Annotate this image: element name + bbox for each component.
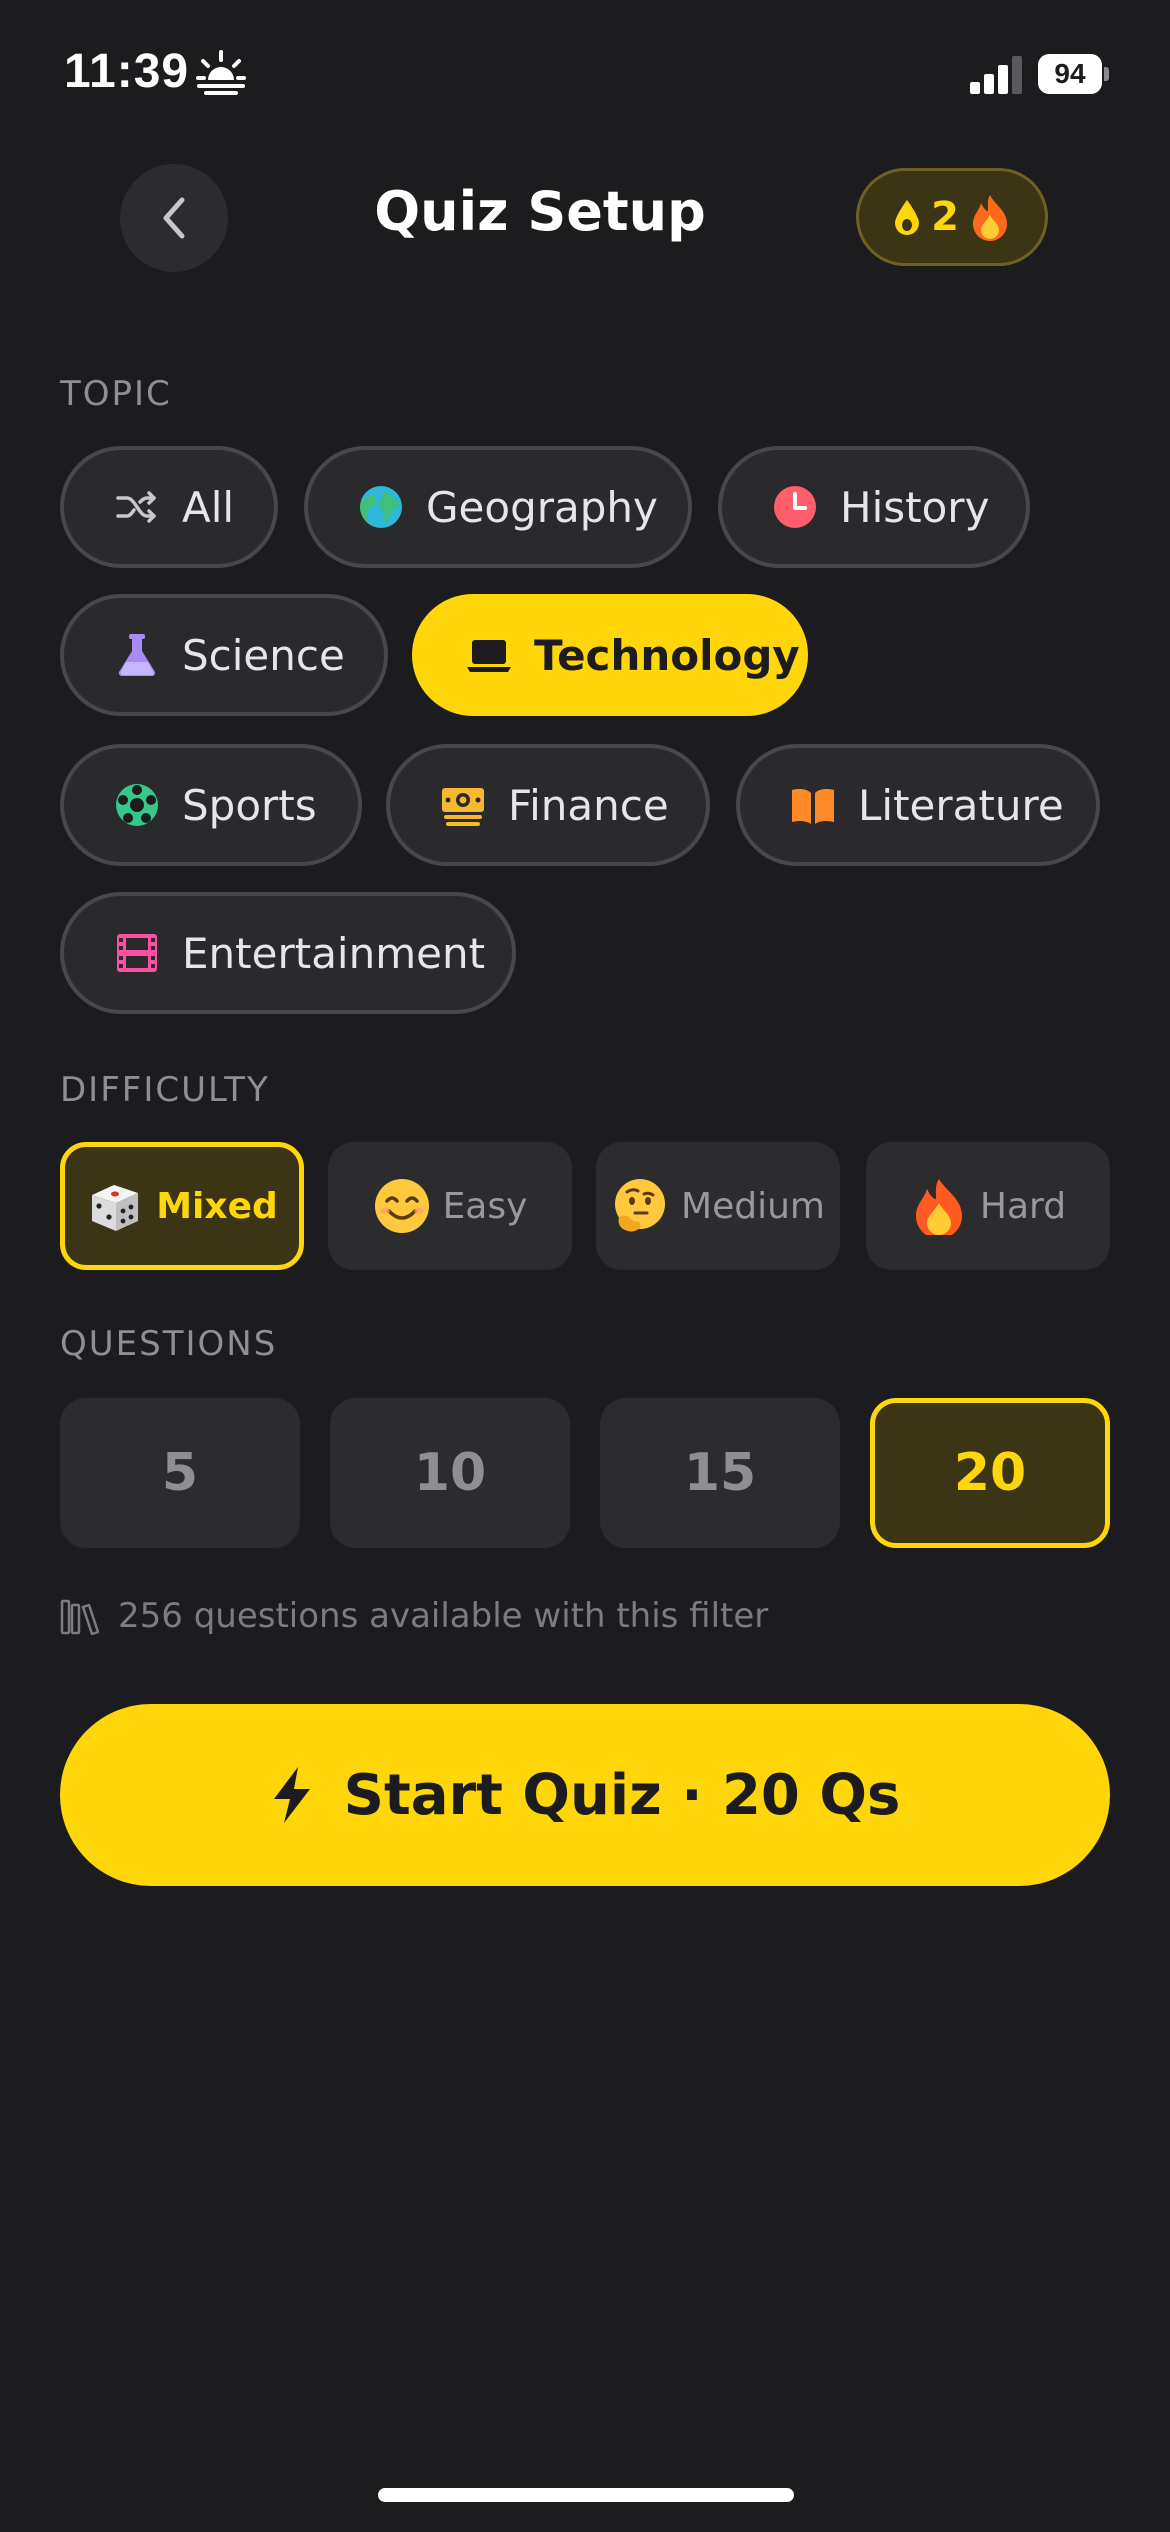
thinking-icon: [615, 1179, 666, 1232]
flask-icon: [118, 634, 156, 677]
topic-chip-label: History: [840, 482, 990, 532]
topic-chip-technology[interactable]: Technology: [412, 594, 808, 716]
topic-label: TOPIC: [60, 374, 172, 414]
page-title: Quiz Setup: [374, 180, 706, 243]
drop-icon: [895, 200, 920, 235]
question-count-label: 10: [413, 1443, 487, 1503]
topic-chip-history[interactable]: History: [718, 446, 1030, 568]
question-count-5-button[interactable]: 5: [60, 1398, 300, 1548]
back-chevron-icon: [163, 197, 185, 239]
difficulty-easy-button[interactable]: Easy: [328, 1142, 572, 1270]
film-icon: [117, 934, 157, 972]
topic-chip-label: Finance: [508, 780, 669, 830]
topic-chip-finance[interactable]: Finance: [386, 744, 710, 866]
question-count-20-button[interactable]: 20: [870, 1398, 1110, 1548]
topic-chip-label: Literature: [858, 780, 1064, 830]
start-quiz-label: Start Quiz · 20 Qs: [343, 1762, 901, 1828]
difficulty-option-label: Mixed: [156, 1185, 278, 1227]
topic-chip-label: All: [182, 482, 235, 532]
globe-icon: [360, 486, 402, 528]
start-quiz-button[interactable]: Start Quiz · 20 Qs: [60, 1704, 1110, 1886]
difficulty-hard-button[interactable]: Hard: [866, 1142, 1110, 1270]
topic-chip-all[interactable]: All: [60, 446, 278, 568]
available-questions-text: 256 questions available with this filter: [118, 1596, 769, 1636]
difficulty-option-label: Hard: [979, 1185, 1067, 1227]
topic-chip-label: Science: [182, 630, 345, 680]
sunrise-icon: [196, 50, 246, 95]
question-count-label: 15: [683, 1443, 757, 1503]
topic-chip-geography[interactable]: Geography: [304, 446, 692, 568]
difficulty-label: DIFFICULTY: [60, 1070, 270, 1110]
signal-icon: [970, 56, 1022, 94]
shuffle-icon: [116, 491, 156, 523]
battery-level: 94: [1038, 54, 1102, 94]
fire-icon: [915, 1179, 962, 1235]
book-icon: [792, 789, 834, 824]
topic-chip-literature[interactable]: Literature: [736, 744, 1100, 866]
difficulty-mixed-button[interactable]: Mixed: [60, 1142, 304, 1270]
difficulty-option-label: Medium: [681, 1185, 825, 1227]
question-count-15-button[interactable]: 15: [600, 1398, 840, 1548]
battery-icon: 94: [1038, 54, 1110, 94]
money-icon: [442, 788, 484, 826]
clock-icon: [774, 486, 816, 528]
home-indicator[interactable]: [378, 2488, 794, 2502]
soccer-ball-icon: [116, 784, 158, 826]
topic-chip-entertainment[interactable]: Entertainment: [60, 892, 516, 1014]
topic-chip-sports[interactable]: Sports: [60, 744, 362, 866]
question-count-label: 5: [161, 1443, 199, 1503]
question-count-10-button[interactable]: 10: [330, 1398, 570, 1548]
question-count-label: 20: [953, 1443, 1027, 1503]
topic-chip-label: Sports: [182, 780, 317, 830]
available-questions-note: 256 questions available with this filter: [60, 1596, 768, 1636]
topic-chip-label: Geography: [426, 482, 658, 532]
status-time: 11:39: [64, 45, 190, 98]
topic-chip-label: Entertainment: [182, 928, 486, 978]
streak-badge[interactable]: 2: [856, 168, 1048, 266]
laptop-icon: [467, 640, 511, 672]
questions-label: QUESTIONS: [60, 1324, 278, 1364]
streak-count: 2: [931, 194, 959, 240]
difficulty-option-label: Easy: [442, 1185, 528, 1227]
topic-chip-science[interactable]: Science: [60, 594, 388, 716]
topic-chip-label: Technology: [534, 630, 800, 680]
fire-icon: [972, 195, 1007, 241]
dice-icon: [92, 1185, 139, 1231]
back-button[interactable]: [120, 164, 228, 272]
difficulty-medium-button[interactable]: Medium: [596, 1142, 840, 1270]
smile-icon: [374, 1179, 429, 1233]
lightning-icon: [273, 1767, 310, 1823]
library-icon: [60, 1599, 100, 1635]
